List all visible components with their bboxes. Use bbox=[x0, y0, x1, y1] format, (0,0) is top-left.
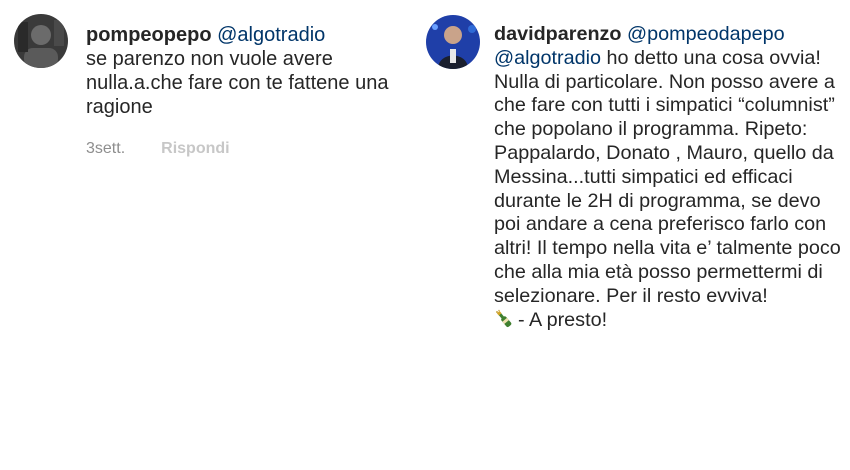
mention-link[interactable]: @pompeodapepo bbox=[627, 23, 785, 45]
comment-body: davidparenzo @pompeodapepo @algotradio h… bbox=[494, 23, 844, 332]
champagne-bottle-icon bbox=[494, 309, 514, 329]
username[interactable]: pompeopepo bbox=[86, 24, 212, 46]
comment-body: pompeopepo @algotradio se parenzo non vu… bbox=[86, 23, 406, 161]
comment-text: se parenzo non vuole avere nulla.a.che f… bbox=[86, 48, 389, 118]
username[interactable]: davidparenzo bbox=[494, 23, 622, 45]
user-avatar-icon bbox=[426, 15, 480, 69]
comment-meta: 3sett. Rispondi bbox=[86, 137, 406, 161]
mention-link[interactable]: @algotradio bbox=[494, 47, 601, 69]
reply-button[interactable]: Rispondi bbox=[161, 137, 229, 161]
timestamp: 3sett. bbox=[86, 140, 126, 157]
comment-tail-text: - A presto! bbox=[518, 308, 608, 331]
user-avatar-icon bbox=[14, 14, 68, 68]
mention-link[interactable]: @algotradio bbox=[217, 24, 325, 46]
comment-text: ho detto una cosa ovvia! Nulla di partic… bbox=[494, 46, 841, 307]
avatar[interactable] bbox=[14, 14, 68, 68]
avatar[interactable] bbox=[426, 15, 480, 69]
